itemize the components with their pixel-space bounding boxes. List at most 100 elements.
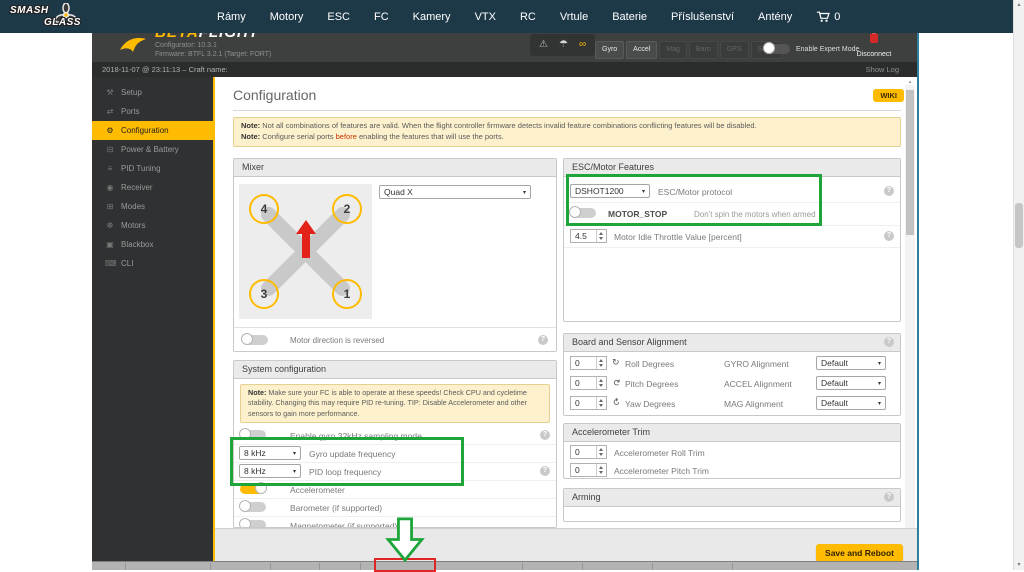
mixer-type-select[interactable]: Quad X ▾ [379,185,531,199]
nav-item-vrtule[interactable]: Vrtule [548,11,600,23]
shop-logo[interactable]: SMASH GLASS [10,2,120,32]
sensor-accel[interactable]: Accel [626,41,658,59]
help-icon[interactable]: ? [884,186,894,196]
help-icon[interactable]: ? [540,430,550,440]
roll-alignment-row: 0 ↻ Roll Degrees GYRO Alignment Default ▾ [564,354,900,373]
wiki-button[interactable]: WIKI [873,89,904,102]
scroll-down-icon[interactable]: ▾ [1014,560,1024,570]
yaw-degrees-input[interactable]: 0 [570,396,607,410]
esc-protocol-label: ESC/Motor protocol [658,187,733,197]
help-icon[interactable]: ? [884,492,894,502]
stepper-icon[interactable] [596,377,606,389]
stepper-icon[interactable] [596,397,606,409]
gyro-alignment-select[interactable]: Default ▾ [816,356,886,370]
nav-item-motory[interactable]: Motory [258,11,316,23]
help-icon[interactable]: ? [884,231,894,241]
roll-trim-input[interactable]: 0 [570,445,607,459]
note-line-2: Note: Configure serial ports before enab… [241,131,504,141]
accel-alignment-select[interactable]: Default ▾ [816,376,886,390]
sidebar-item-receiver[interactable]: ◉ Receiver [92,178,213,197]
mag-alignment-select[interactable]: Default ▾ [816,396,886,410]
sensor-gps[interactable]: GPS [719,41,749,59]
gyro-32khz-row: Enable gyro 32kHz sampling mode ? [234,426,556,445]
nav-item-baterie[interactable]: Baterie [600,11,659,23]
nav-item-fc[interactable]: FC [362,11,401,23]
stepper-icon[interactable] [596,230,606,242]
stepper-icon[interactable] [596,464,606,476]
sidebar-item-cli[interactable]: ⌨ CLI [92,254,213,273]
pid-frequency-value: 8 kHz [244,466,266,476]
motor-2: 2 [332,194,362,224]
sidebar-item-ports[interactable]: ⇄ Ports [92,102,213,121]
sidebar-item-power-battery[interactable]: ⊟ Power & Battery [92,140,213,159]
nav-item-vtx[interactable]: VTX [463,11,508,23]
sidebar-item-motors[interactable]: ☸ Motors [92,216,213,235]
log-entry: 2018-11-07 @ 23:11:13 – Craft name: [102,65,228,74]
nav-item-prislusenstvi[interactable]: Příslušenství [659,11,746,23]
browser-scrollbar[interactable]: ▴ ▾ [1013,0,1024,570]
show-log-button[interactable]: Show Log [866,62,899,77]
pitch-degrees-input[interactable]: 0 [570,376,607,390]
cart-button[interactable]: 0 [804,11,852,23]
shop-navbar: SMASH GLASS Rámy Motory ESC FC Kamery VT… [0,0,1014,33]
help-icon[interactable]: ? [538,335,548,345]
motor-direction-toggle[interactable] [241,333,268,345]
status-divider [732,563,733,570]
motor-stop-toggle[interactable] [569,206,596,218]
nav-item-esc[interactable]: ESC [315,11,362,23]
nav-item-rc[interactable]: RC [508,11,548,23]
stepper-icon[interactable] [596,446,606,458]
sensor-mag[interactable]: Mag [659,41,687,59]
help-icon[interactable]: ? [884,337,894,347]
configurator-version: Configurator: 10.3.1 [155,42,217,49]
pitch-degrees-label: Pitch Degrees [625,379,679,389]
pitch-trim-input[interactable]: 0 [570,463,607,477]
esc-protocol-select[interactable]: DSHOT1200 ▾ [570,184,650,198]
gear-icon: ⚙ [106,126,114,135]
sensor-baro[interactable]: Baro [688,41,718,59]
motor-idle-input[interactable]: 4.5 [570,229,607,243]
alignment-card-header: Board and Sensor Alignment? [564,334,900,352]
sidebar-item-pid-tuning[interactable]: ≡ PID Tuning [92,159,213,178]
warning-icon[interactable]: ⚠ [539,34,548,56]
sidebar-item-label: Power & Battery [121,145,179,154]
nav-item-ramy[interactable]: Rámy [205,11,258,23]
expert-mode-toggle[interactable] [763,42,790,54]
stepper-icon[interactable] [596,357,606,369]
sliders-icon: ≡ [107,164,113,173]
status-divider [270,563,271,570]
scrollbar-thumb[interactable] [1015,203,1023,248]
chevron-down-icon: ▾ [877,360,881,367]
sensor-gyro[interactable]: Gyro [595,41,625,59]
magnetometer-toggle[interactable] [239,518,266,527]
chevron-down-icon: ▾ [522,189,526,196]
pid-frequency-select[interactable]: 8 kHz ▾ [239,464,301,478]
roll-trim-label: Accelerometer Roll Trim [614,448,705,458]
motor-stop-label: MOTOR_STOP [608,209,668,219]
header-status-icons: ⚠ ☂ ∞ [530,34,596,56]
disconnect-button[interactable]: Disconnect [850,31,898,58]
status-divider [582,563,583,570]
save-and-reboot-button[interactable]: Save and Reboot [816,544,903,562]
gyro-32khz-toggle[interactable] [239,428,266,440]
disconnect-label: Disconnect [856,51,892,58]
gyro-frequency-select[interactable]: 8 kHz ▾ [239,446,301,460]
sidebar-item-configuration[interactable]: ⚙ Configuration [92,121,213,140]
content-scrollbar-thumb[interactable] [906,90,914,235]
sidebar-item-blackbox[interactable]: ▣ Blackbox [92,235,213,254]
barometer-toggle[interactable] [239,500,266,512]
scroll-up-icon[interactable]: ▴ [1014,0,1024,10]
gyro-frequency-value: 8 kHz [244,448,266,458]
sidebar-item-modes[interactable]: ⊞ Modes [92,197,213,216]
scroll-up-icon[interactable]: ▴ [905,79,915,85]
content-scrollbar[interactable]: ▴ ▾ [905,79,915,561]
accelerometer-toggle[interactable] [240,482,267,494]
nav-item-anteny[interactable]: Antény [746,11,804,23]
nav-item-kamery[interactable]: Kamery [401,11,463,23]
roll-degrees-input[interactable]: 0 [570,356,607,370]
failsafe-parachute-icon[interactable]: ☂ [559,34,568,56]
bf-status-bar [92,558,917,572]
help-icon[interactable]: ? [540,466,550,476]
link-icon[interactable]: ∞ [579,34,586,56]
sidebar-item-setup[interactable]: ⚒ Setup [92,83,213,102]
